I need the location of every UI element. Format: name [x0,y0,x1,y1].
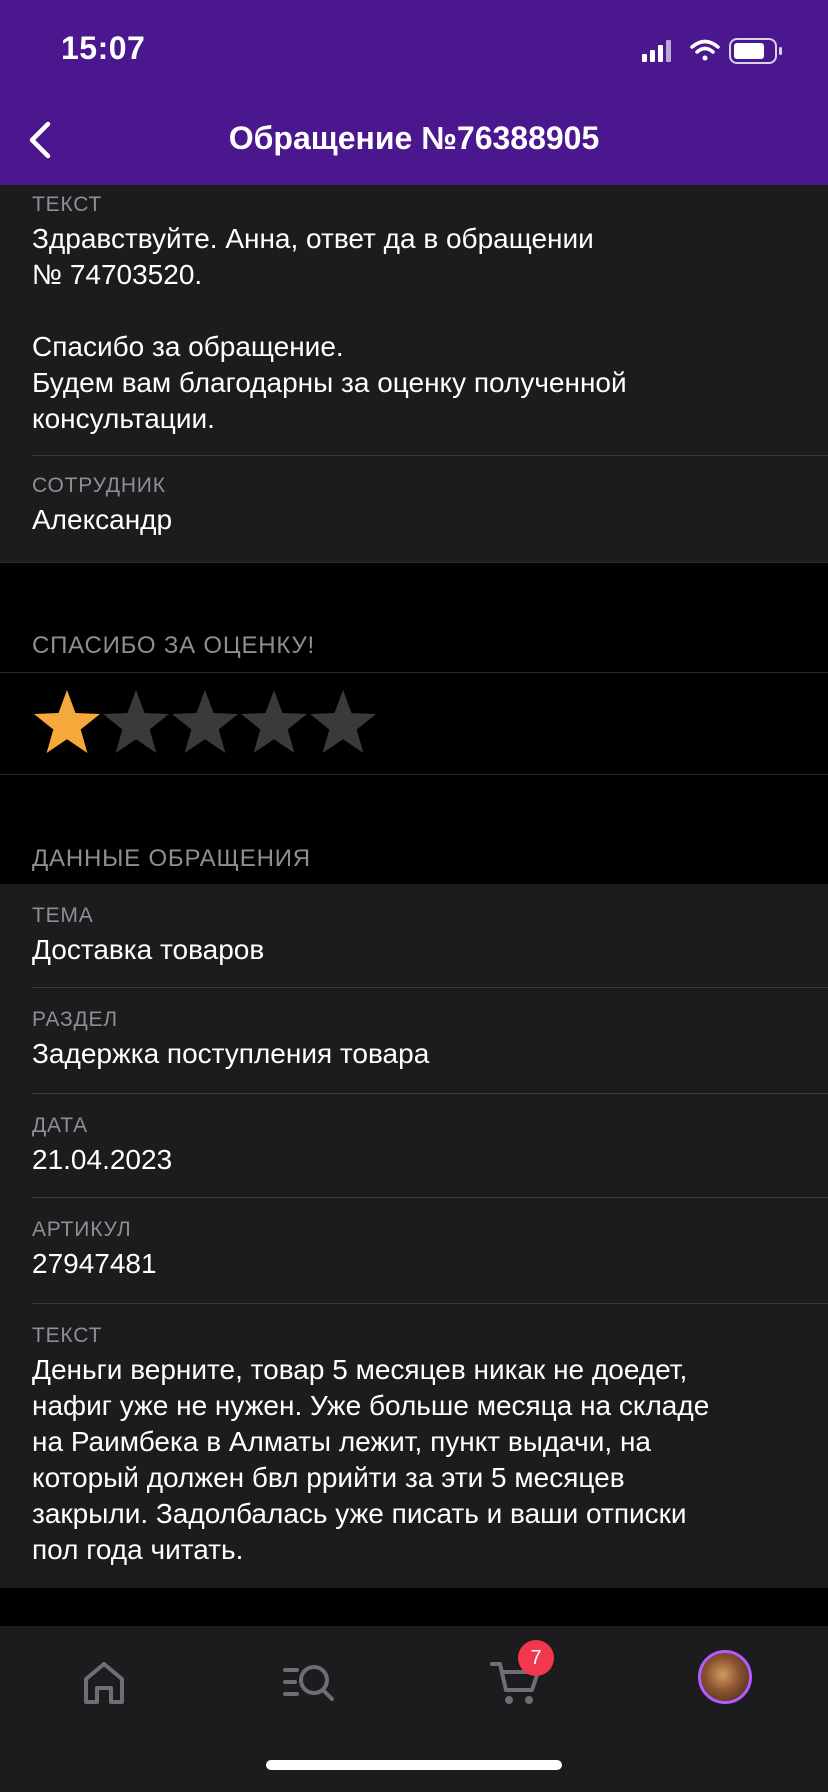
rating-title: СПАСИБО ЗА ОЦЕНКУ! [32,632,315,659]
star-1-icon[interactable] [32,688,102,758]
status-time: 15:07 [61,30,146,66]
detail-field: ТЕКСТ Деньги верните, товар 5 месяцев ник… [0,1304,828,1588]
star-4-icon[interactable] [239,688,309,758]
divider [0,774,828,775]
detail-field: РАЗДЕЛ Задержка поступления товара [0,988,828,1094]
divider [0,672,828,673]
field-label: РАЗДЕЛ [32,1008,118,1031]
field-value: Деньги верните, товар 5 месяцев никак не… [32,1354,710,1565]
cart-badge: 7 [518,1640,554,1676]
wifi-icon [690,39,720,61]
profile-avatar[interactable] [698,1650,752,1704]
employee-field: СОТРУДНИК Александр [0,456,828,562]
catalog-search-icon[interactable] [280,1652,340,1712]
detail-field: АРТИКУЛ 27947481 [0,1198,828,1304]
field-value: 21.04.2023 [32,1144,173,1175]
response-text-field: ТЕКСТ Здравствуйте. Анна, ответ да в обр… [0,185,828,456]
details-title: ДАННЫЕ ОБРАЩЕНИЯ [32,845,311,872]
title-bar: Обращение №76388905 [0,100,828,180]
field-label: ТЕМА [32,904,94,927]
star-5-icon[interactable] [308,688,378,758]
app-header: 15:07 Обращение №76388905 [0,0,828,185]
star-3-icon[interactable] [170,688,240,758]
home-indicator [266,1760,562,1770]
detail-field: ТЕМА Доставка товаров [0,884,828,988]
field-label: ДАТА [32,1114,88,1137]
field-value: Александр [32,504,173,535]
home-icon[interactable] [74,1652,134,1712]
signal-icon [642,40,671,62]
response-section: ТЕКСТ Здравствуйте. Анна, ответ да в обр… [0,185,828,562]
field-value: Здравствуйте. Анна, ответ да в обращении… [32,223,627,434]
detail-field: ДАТА 21.04.2023 [0,1094,828,1198]
field-value: Доставка товаров [32,934,265,965]
divider [0,562,828,563]
field-label: СОТРУДНИК [32,474,166,497]
field-label: ТЕКСТ [32,1324,103,1347]
field-value: 27947481 [32,1248,157,1279]
page-title: Обращение №76388905 [228,120,600,156]
star-2-icon[interactable] [101,688,171,758]
field-value: Задержка поступления товара [32,1038,430,1069]
status-icons [642,38,782,64]
battery-icon [729,38,782,64]
field-label: ТЕКСТ [32,193,103,216]
details-section: ТЕМА Доставка товаров РАЗДЕЛ Задержка посту… [0,884,828,1588]
field-label: АРТИКУЛ [32,1218,132,1241]
rating-stars [0,674,828,774]
